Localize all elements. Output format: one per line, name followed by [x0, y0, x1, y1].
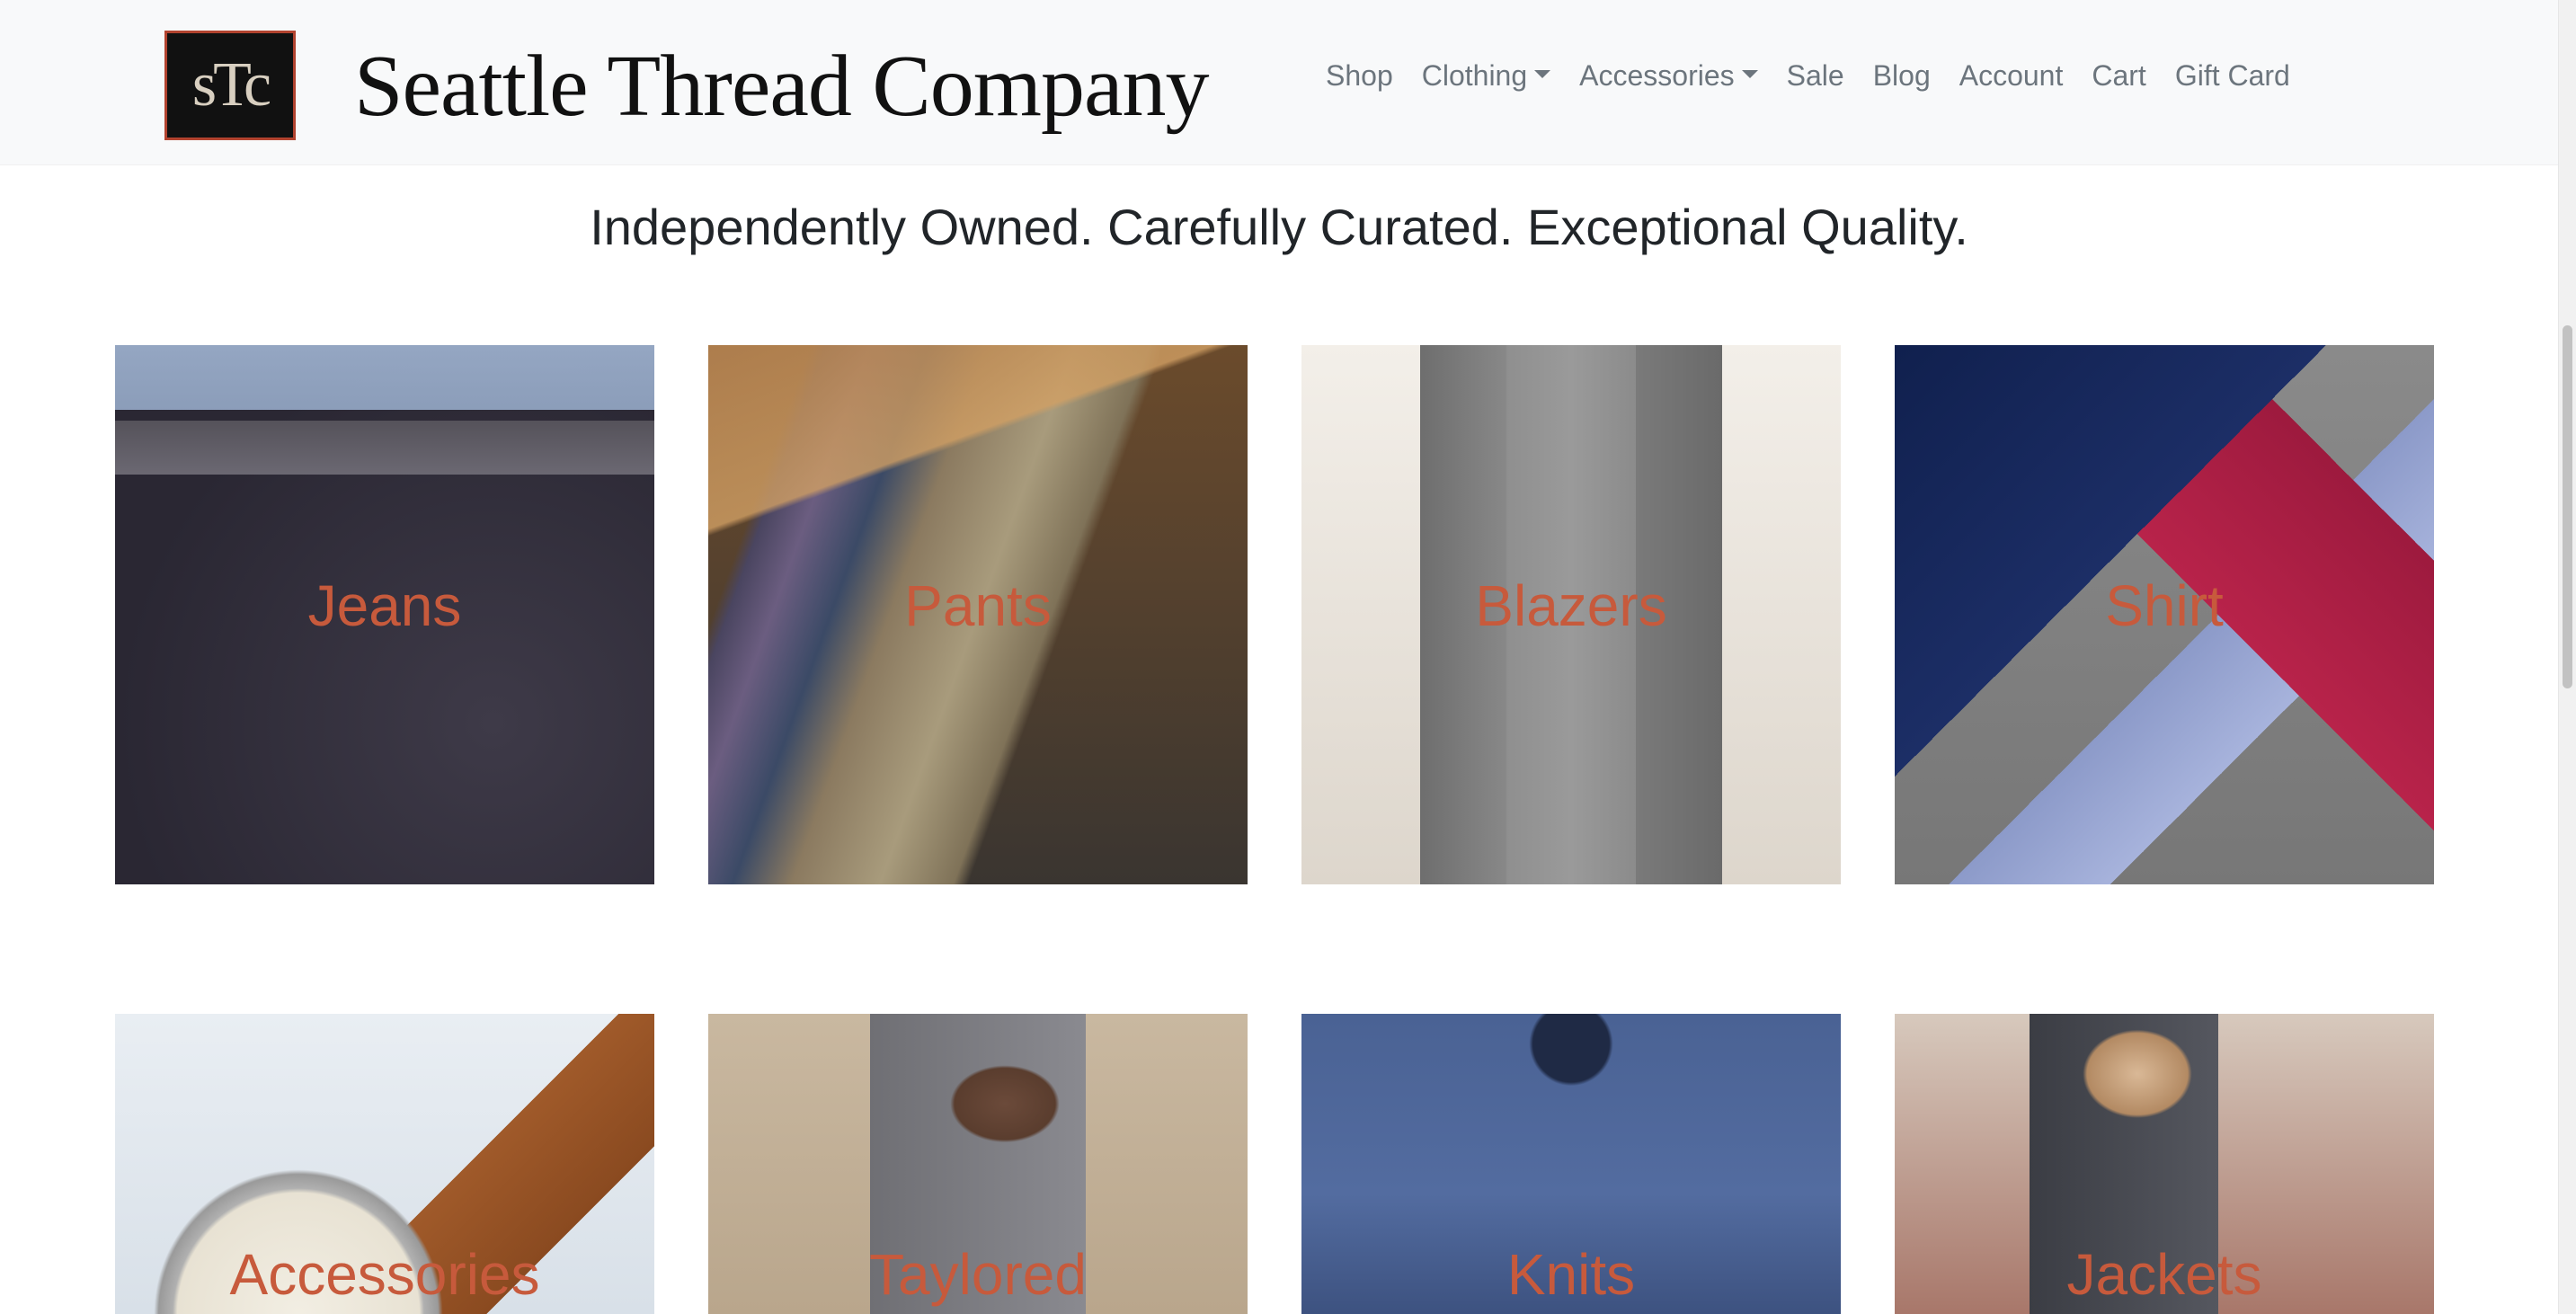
- category-tile-accessories[interactable]: Accessories: [115, 1014, 654, 1314]
- nav-accessories-dropdown[interactable]: Accessories: [1579, 59, 1758, 93]
- category-label-accessories: Accessories: [229, 1242, 540, 1307]
- category-tile-knits[interactable]: Knits: [1301, 1014, 1841, 1314]
- nav-shop-label: Shop: [1326, 59, 1393, 92]
- nav-cart-label: Cart: [2092, 59, 2146, 92]
- scrollbar-thumb[interactable]: [2563, 325, 2572, 688]
- nav-cart[interactable]: Cart: [2092, 59, 2145, 93]
- nav-blog-label: Blog: [1872, 59, 1931, 92]
- category-label-knits: Knits: [1506, 1242, 1636, 1307]
- category-label-blazers: Blazers: [1475, 573, 1667, 638]
- top-navbar: sTc Seattle Thread Company Shop Clothing…: [0, 0, 2558, 164]
- nav-shop[interactable]: Shop: [1326, 59, 1393, 93]
- caret-down-icon: [1534, 70, 1551, 78]
- category-label-pants: Pants: [904, 573, 1052, 638]
- category-tile-blazers[interactable]: Blazers: [1301, 345, 1841, 884]
- nav-sale-label: Sale: [1786, 59, 1844, 92]
- nav-clothing-label: Clothing: [1421, 59, 1528, 92]
- brand-logo-text: sTc: [191, 50, 271, 120]
- category-label-shirt: Shirt: [2105, 573, 2224, 638]
- brand-name[interactable]: Seattle Thread Company: [354, 36, 1209, 137]
- category-tile-pants[interactable]: Pants: [708, 345, 1248, 884]
- main-nav: Shop Clothing Accessories Sale Blog Acco…: [1326, 59, 2290, 93]
- nav-accessories-label: Accessories: [1579, 59, 1735, 92]
- nav-account-label: Account: [1959, 59, 2064, 92]
- category-tile-jeans[interactable]: Jeans: [115, 345, 654, 884]
- category-label-jeans: Jeans: [307, 573, 462, 638]
- caret-down-icon: [1741, 70, 1758, 78]
- category-tile-shirt[interactable]: Shirt: [1895, 345, 2434, 884]
- nav-gift-card-label: Gift Card: [2174, 59, 2290, 92]
- vertical-scrollbar[interactable]: [2558, 0, 2576, 1314]
- category-tile-jackets[interactable]: Jackets: [1895, 1014, 2434, 1314]
- nav-clothing-dropdown[interactable]: Clothing: [1421, 59, 1551, 93]
- brand-logo[interactable]: sTc: [164, 31, 296, 140]
- tagline: Independently Owned. Carefully Curated. …: [590, 199, 1968, 255]
- category-tile-taylored[interactable]: Taylored: [708, 1014, 1248, 1314]
- nav-blog[interactable]: Blog: [1873, 59, 1931, 93]
- category-label-jackets: Jackets: [2066, 1242, 2262, 1307]
- nav-account[interactable]: Account: [1959, 59, 2064, 93]
- category-label-taylored: Taylored: [869, 1242, 1087, 1307]
- nav-gift-card[interactable]: Gift Card: [2175, 59, 2290, 93]
- nav-sale[interactable]: Sale: [1787, 59, 1844, 93]
